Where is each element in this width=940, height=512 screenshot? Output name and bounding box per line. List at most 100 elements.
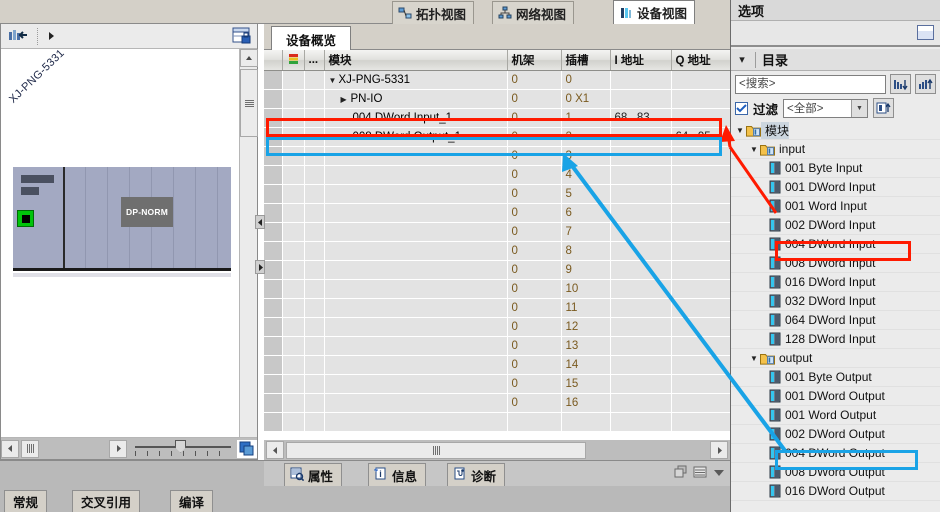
row-gutter[interactable] bbox=[264, 298, 283, 318]
catalog-folder[interactable]: ▼ input bbox=[731, 140, 940, 159]
row-dots[interactable] bbox=[304, 70, 325, 90]
cell-q-address[interactable] bbox=[671, 146, 730, 166]
tree-expand-icon[interactable]: ▶ bbox=[341, 95, 351, 104]
cell-module[interactable] bbox=[324, 203, 508, 223]
cell-slot[interactable]: 11 bbox=[561, 298, 611, 318]
catalog-module-item[interactable]: 002 DWord Input bbox=[731, 216, 940, 235]
device-horizontal-scrollbar[interactable] bbox=[1, 437, 257, 459]
chevron-down-icon[interactable]: ▾ bbox=[735, 53, 749, 66]
row-status-flag[interactable] bbox=[282, 298, 305, 318]
table-row[interactable]: 08 bbox=[264, 241, 730, 261]
row-dots[interactable] bbox=[304, 203, 325, 223]
row-gutter[interactable] bbox=[264, 355, 283, 375]
cell-slot[interactable]: 0 bbox=[561, 70, 611, 90]
cell-i-address[interactable] bbox=[610, 374, 672, 394]
cell-module[interactable] bbox=[324, 241, 508, 261]
device-rack[interactable]: DP-NORM bbox=[13, 167, 231, 271]
row-dots[interactable] bbox=[304, 184, 325, 204]
cell-i-address[interactable] bbox=[610, 184, 672, 204]
cell-slot[interactable]: 2 bbox=[561, 127, 611, 147]
tab-general[interactable]: 常规 bbox=[4, 490, 48, 512]
row-gutter[interactable] bbox=[264, 108, 283, 128]
row-dots[interactable] bbox=[304, 260, 325, 280]
row-status-flag[interactable] bbox=[282, 89, 305, 109]
cell-rack[interactable]: 0 bbox=[507, 108, 562, 128]
row-dots[interactable] bbox=[304, 222, 325, 242]
cell-slot[interactable]: 8 bbox=[561, 241, 611, 261]
tree-collapse-icon[interactable]: ▼ bbox=[329, 76, 339, 85]
table-row[interactable]: 06 bbox=[264, 203, 730, 223]
cell-module[interactable] bbox=[324, 260, 508, 280]
table-row[interactable]: 0 12 bbox=[264, 317, 730, 337]
table-row[interactable]: ▶ PN-IO 0 0 X1 bbox=[264, 89, 730, 109]
row-gutter[interactable] bbox=[264, 70, 283, 90]
cell-rack[interactable]: 0 bbox=[507, 89, 562, 109]
window-restore-icon[interactable] bbox=[917, 25, 934, 40]
cell-module[interactable] bbox=[324, 317, 508, 337]
table-nav-left-icon[interactable] bbox=[255, 215, 265, 229]
row-dots[interactable] bbox=[304, 165, 325, 185]
cell-q-address[interactable] bbox=[671, 89, 730, 109]
row-status-flag[interactable] bbox=[282, 317, 305, 337]
cell-slot[interactable]: 12 bbox=[561, 317, 611, 337]
row-gutter[interactable] bbox=[264, 279, 283, 299]
cell-slot[interactable]: 6 bbox=[561, 203, 611, 223]
cell-i-address[interactable] bbox=[610, 393, 672, 413]
cell-i-address[interactable] bbox=[610, 146, 672, 166]
cell-q-address[interactable] bbox=[671, 412, 730, 432]
cell-rack[interactable]: 0 bbox=[507, 374, 562, 394]
table-row[interactable]: 004 DWord Input_1 0 1 68...83 bbox=[264, 108, 730, 128]
cell-module[interactable] bbox=[324, 165, 508, 185]
table-row[interactable]: 0 16 bbox=[264, 393, 730, 413]
cell-q-address[interactable] bbox=[671, 336, 730, 356]
cell-slot[interactable] bbox=[561, 412, 611, 432]
cell-slot[interactable]: 14 bbox=[561, 355, 611, 375]
cell-i-address[interactable] bbox=[610, 317, 672, 337]
tree-collapse-icon[interactable]: ▼ bbox=[734, 126, 746, 135]
list-icon[interactable] bbox=[693, 465, 707, 482]
cell-slot[interactable]: 3 bbox=[561, 146, 611, 166]
sort-descending-icon[interactable] bbox=[890, 74, 911, 94]
table-horizontal-scrollbar[interactable] bbox=[264, 440, 730, 460]
row-status-flag[interactable] bbox=[282, 203, 305, 223]
row-gutter[interactable] bbox=[264, 260, 283, 280]
row-gutter[interactable] bbox=[264, 146, 283, 166]
catalog-folder[interactable]: ▼ output bbox=[731, 349, 940, 368]
row-gutter[interactable] bbox=[264, 412, 283, 432]
cell-rack[interactable]: 0 bbox=[507, 260, 562, 280]
row-status-flag[interactable] bbox=[282, 412, 305, 432]
row-dots[interactable] bbox=[304, 374, 325, 394]
cell-rack[interactable]: 0 bbox=[507, 355, 562, 375]
device-select-icon[interactable] bbox=[5, 26, 31, 47]
scroll-right-button[interactable] bbox=[109, 439, 127, 458]
cell-module[interactable] bbox=[324, 279, 508, 299]
cell-rack[interactable]: 0 bbox=[507, 317, 562, 337]
row-dots[interactable] bbox=[304, 298, 325, 318]
row-dots[interactable] bbox=[304, 393, 325, 413]
table-row[interactable]: 03 bbox=[264, 146, 730, 166]
cell-rack[interactable]: 0 bbox=[507, 146, 562, 166]
table-scroll-thumb[interactable] bbox=[286, 441, 586, 459]
cell-q-address[interactable] bbox=[671, 355, 730, 375]
cell-i-address[interactable] bbox=[610, 70, 672, 90]
device-canvas[interactable]: XJ-PNG-5331 DP-NORM bbox=[1, 49, 239, 437]
table-scroll-right-button[interactable] bbox=[710, 441, 728, 459]
table-row[interactable]: 09 bbox=[264, 260, 730, 280]
filter-config-icon[interactable] bbox=[873, 98, 895, 118]
catalog-module-item[interactable]: 008 DWord Output bbox=[731, 463, 940, 482]
row-status-flag[interactable] bbox=[282, 336, 305, 356]
cell-module[interactable] bbox=[324, 355, 508, 375]
tab-compile[interactable]: 编译 bbox=[170, 490, 214, 512]
catalog-module-item[interactable]: 128 DWord Input bbox=[731, 330, 940, 349]
table-nav-right-icon[interactable] bbox=[255, 260, 265, 274]
catalog-module-item[interactable]: 064 DWord Input bbox=[731, 311, 940, 330]
row-status-flag[interactable] bbox=[282, 146, 305, 166]
cell-i-address[interactable] bbox=[610, 241, 672, 261]
row-status-flag[interactable] bbox=[282, 70, 305, 90]
table-row[interactable]: 0 14 bbox=[264, 355, 730, 375]
cell-i-address[interactable] bbox=[610, 260, 672, 280]
table-row[interactable]: 0 15 bbox=[264, 374, 730, 394]
cell-q-address[interactable] bbox=[671, 108, 730, 128]
window-lock-icon[interactable] bbox=[231, 26, 253, 46]
table-row[interactable]: 0 10 bbox=[264, 279, 730, 299]
